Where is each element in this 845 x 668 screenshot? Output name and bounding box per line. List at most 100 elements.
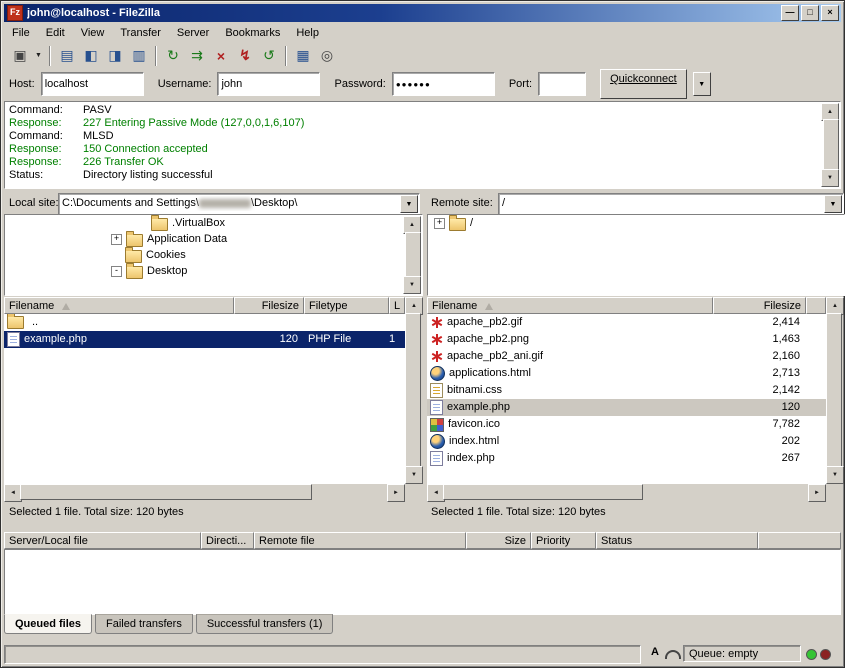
- file-name: index.html: [449, 433, 499, 450]
- column-header-filename[interactable]: Filename: [4, 297, 234, 314]
- scrollbar-thumb[interactable]: [405, 313, 421, 468]
- remote-list-hscrollbar[interactable]: ◄ ►: [427, 484, 826, 500]
- scrollbar-thumb[interactable]: [20, 484, 312, 500]
- quickconnect-dropdown-icon[interactable]: ▼: [693, 72, 711, 96]
- site-manager-button[interactable]: ▣: [8, 45, 32, 67]
- local-site-combobox[interactable]: C:\Documents and Settings\\Desktop\ ▼: [58, 193, 420, 215]
- remote-site-combobox[interactable]: / ▼: [498, 193, 844, 215]
- column-header-filesize[interactable]: Filesize: [713, 297, 806, 314]
- column-header-remote-file[interactable]: Remote file: [254, 532, 466, 549]
- file-row-example-php-selected[interactable]: example.php 120: [427, 399, 826, 416]
- column-header-filesize[interactable]: Filesize: [234, 297, 304, 314]
- queue-status: Queue: empty: [683, 645, 801, 662]
- refresh-button[interactable]: ↻: [161, 45, 185, 67]
- speed-limit-icon[interactable]: [665, 650, 681, 659]
- menu-bookmarks[interactable]: Bookmarks: [217, 25, 288, 41]
- combo-dropdown-icon[interactable]: ▼: [400, 195, 418, 213]
- menu-edit[interactable]: Edit: [38, 25, 73, 41]
- file-row[interactable]: apache_pb2.gif 2,414: [427, 314, 826, 331]
- expand-plus-icon[interactable]: +: [111, 234, 122, 245]
- port-input[interactable]: [538, 72, 586, 96]
- toggle-local-tree-button[interactable]: ◧: [79, 45, 103, 67]
- file-row-parent-dir[interactable]: ..: [4, 314, 405, 331]
- disconnect-button[interactable]: ↯: [233, 45, 257, 67]
- tab-failed-transfers[interactable]: Failed transfers: [95, 614, 193, 634]
- quickconnect-button[interactable]: Quickconnect: [600, 69, 687, 99]
- collapse-minus-icon[interactable]: -: [111, 266, 122, 277]
- maximize-button[interactable]: □: [801, 5, 819, 21]
- scroll-down-icon[interactable]: ▼: [821, 169, 839, 187]
- tree-item-virtualbox[interactable]: .VirtualBox: [5, 215, 422, 231]
- scroll-right-icon[interactable]: ►: [808, 484, 826, 502]
- log-scrollbar[interactable]: ▲ ▼: [823, 103, 839, 187]
- file-row[interactable]: apache_pb2_ani.gif 2,160: [427, 348, 826, 365]
- column-header-last-modified[interactable]: L: [389, 297, 405, 314]
- file-row[interactable]: apache_pb2.png 1,463: [427, 331, 826, 348]
- process-queue-button[interactable]: ⇉: [185, 45, 209, 67]
- tab-queued-files[interactable]: Queued files: [4, 614, 92, 634]
- close-button[interactable]: ×: [821, 5, 839, 21]
- column-header-priority[interactable]: Priority: [531, 532, 596, 549]
- local-tree-scrollbar[interactable]: ▲ ▼: [405, 216, 421, 294]
- local-list-hscrollbar[interactable]: ◄ ►: [4, 484, 405, 500]
- combo-dropdown-icon[interactable]: ▼: [824, 195, 842, 213]
- scrollbar-thumb[interactable]: [443, 484, 643, 500]
- scroll-right-icon[interactable]: ►: [387, 484, 405, 502]
- file-name: bitnami.css: [447, 382, 502, 399]
- file-row[interactable]: favicon.ico 7,782: [427, 416, 826, 433]
- data-type-indicator-icon[interactable]: A: [647, 646, 663, 662]
- scrollbar-thumb[interactable]: [823, 119, 839, 171]
- file-row-example-php-selected[interactable]: example.php 120 PHP File 1: [4, 331, 405, 348]
- scroll-down-icon[interactable]: ▼: [403, 276, 421, 294]
- file-row[interactable]: index.php 267: [427, 450, 826, 467]
- column-header-filetype[interactable]: Filetype: [304, 297, 389, 314]
- expand-plus-icon[interactable]: +: [434, 218, 445, 229]
- local-list-vscrollbar[interactable]: ▲ ▼: [405, 297, 421, 484]
- site-manager-dropdown-icon[interactable]: ▼: [32, 45, 45, 67]
- cancel-button[interactable]: ×: [209, 45, 233, 67]
- column-header-server-local-file[interactable]: Server/Local file: [4, 532, 201, 549]
- queue-list[interactable]: [4, 549, 841, 615]
- message-log[interactable]: Command:PASV Response:227 Entering Passi…: [4, 101, 841, 189]
- scroll-down-icon[interactable]: ▼: [826, 466, 844, 484]
- scrollbar-thumb[interactable]: [405, 232, 421, 278]
- password-input[interactable]: [392, 72, 495, 96]
- host-input[interactable]: [41, 72, 144, 96]
- column-header-status[interactable]: Status: [596, 532, 758, 549]
- minimize-button[interactable]: —: [781, 5, 799, 21]
- menu-transfer[interactable]: Transfer: [112, 25, 169, 41]
- tab-successful-transfers[interactable]: Successful transfers (1): [196, 614, 334, 634]
- menu-server[interactable]: Server: [169, 25, 217, 41]
- title-bar[interactable]: Fz john@localhost - FileZilla — □ ×: [4, 4, 841, 22]
- column-header-size[interactable]: Size: [466, 532, 531, 549]
- file-row[interactable]: index.html 202: [427, 433, 826, 450]
- column-header-filename[interactable]: Filename: [427, 297, 713, 314]
- toggle-remote-tree-button[interactable]: ◨: [103, 45, 127, 67]
- tree-item-cookies[interactable]: Cookies: [5, 247, 422, 263]
- reconnect-button[interactable]: ↺: [257, 45, 281, 67]
- file-row[interactable]: bitnami.css 2,142: [427, 382, 826, 399]
- column-header-direction[interactable]: Directi...: [201, 532, 254, 549]
- file-size: 2,160: [713, 348, 806, 365]
- tree-item-desktop[interactable]: - Desktop: [5, 263, 422, 279]
- file-name: example.php: [447, 399, 510, 416]
- toggle-transfer-queue-button[interactable]: ▥: [127, 45, 151, 67]
- toggle-message-log-button[interactable]: ▤: [55, 45, 79, 67]
- tree-item-root[interactable]: + /: [428, 215, 844, 231]
- local-file-list[interactable]: .. example.php 120 PHP File 1: [4, 314, 405, 484]
- horizontal-splitter[interactable]: [4, 524, 841, 530]
- tree-item-application-data[interactable]: + Application Data: [5, 231, 422, 247]
- remote-directory-tree[interactable]: + /: [427, 214, 845, 296]
- file-row[interactable]: applications.html 2,713: [427, 365, 826, 382]
- scroll-down-icon[interactable]: ▼: [405, 466, 423, 484]
- remote-file-list[interactable]: apache_pb2.gif 2,414 apache_pb2.png 1,46…: [427, 314, 826, 484]
- directory-comparison-button[interactable]: ▦: [291, 45, 315, 67]
- find-files-button[interactable]: ◎: [315, 45, 339, 67]
- username-input[interactable]: [217, 72, 320, 96]
- local-directory-tree[interactable]: .VirtualBox + Application Data Cookies -…: [4, 214, 423, 296]
- remote-list-vscrollbar[interactable]: ▲ ▼: [826, 297, 842, 484]
- menu-view[interactable]: View: [73, 25, 113, 41]
- scrollbar-thumb[interactable]: [826, 313, 842, 468]
- menu-help[interactable]: Help: [288, 25, 327, 41]
- menu-file[interactable]: File: [4, 25, 38, 41]
